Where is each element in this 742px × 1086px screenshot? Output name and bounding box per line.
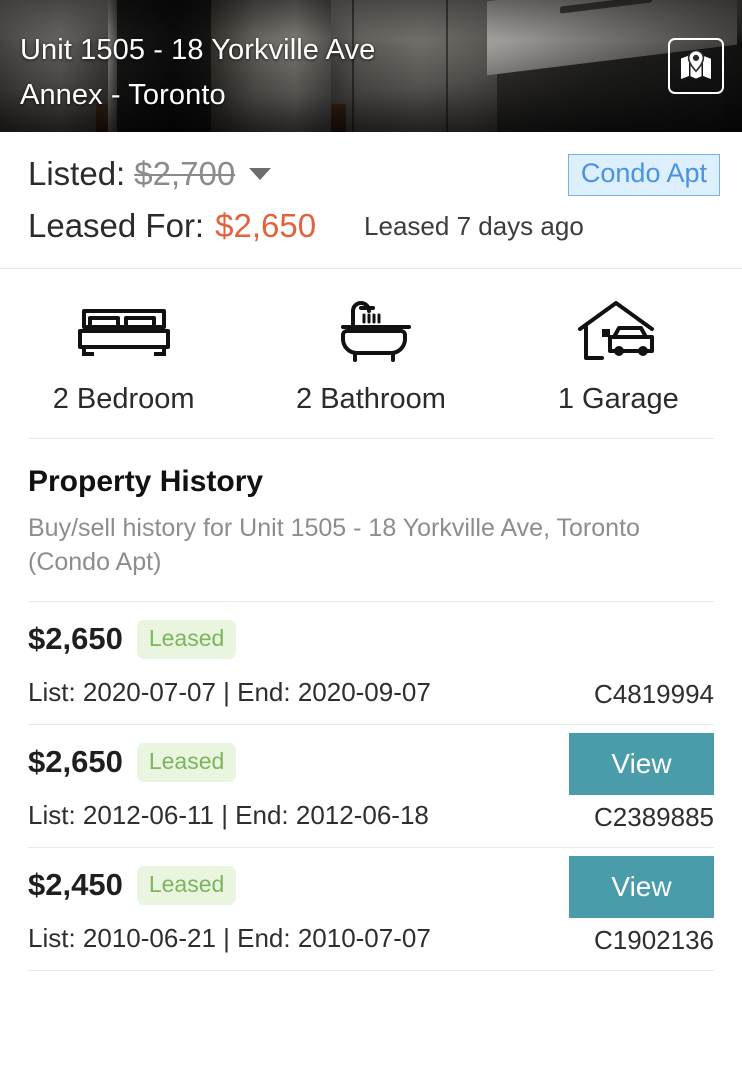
history-price: $2,450	[28, 867, 123, 902]
history-mls: C4819994	[594, 679, 714, 709]
stat-bedroom: 2 Bedroom	[0, 297, 247, 416]
stat-bedroom-label: 2 Bedroom	[52, 383, 195, 415]
property-stats: 2 Bedroom 2 Bathroom 1 Garage	[0, 269, 742, 438]
leased-label: Leased For:	[28, 207, 205, 244]
bed-icon	[76, 297, 172, 365]
price-section: Listed: $2,700 Leased For: $2,650 Leased…	[0, 132, 742, 268]
status-badge: Leased	[136, 865, 237, 905]
history-price: $2,650	[28, 744, 123, 779]
listed-price: $2,700	[134, 155, 236, 192]
property-detail-page: Unit 1505 - 18 Yorkville Ave Annex - Tor…	[0, 0, 742, 1086]
hero-header: Unit 1505 - 18 Yorkville Ave Annex - Tor…	[0, 0, 742, 132]
leased-price-row: Leased For: $2,650 Leased 7 days ago	[28, 200, 714, 252]
stat-garage-label: 1 Garage	[557, 383, 679, 415]
map-button[interactable]	[668, 38, 724, 94]
stat-bathroom: 2 Bathroom	[247, 297, 494, 416]
history-row-divider	[28, 970, 714, 971]
history-list: $2,650 Leased List: 2020-07-07 | End: 20…	[28, 601, 714, 971]
history-dates: List: 2020-07-07 | End: 2020-09-07	[28, 676, 431, 707]
page-title: Unit 1505 - 18 Yorkville Ave Annex - Tor…	[20, 28, 375, 118]
bathtub-shower-icon	[323, 297, 419, 365]
stat-bathroom-label: 2 Bathroom	[296, 383, 446, 415]
leased-price: $2,650	[215, 207, 317, 244]
status-badge: Leased	[136, 619, 237, 659]
house-car-garage-icon	[570, 297, 666, 365]
hero-title-line-2: Annex - Toronto	[20, 79, 226, 111]
history-row: $2,650 Leased List: 2012-06-11 | End: 20…	[28, 725, 714, 847]
chevron-down-icon[interactable]	[249, 168, 272, 180]
leased-ago-text: Leased 7 days ago	[364, 210, 584, 241]
history-row: $2,450 Leased List: 2010-06-21 | End: 20…	[28, 848, 714, 970]
listed-label: Listed:	[28, 155, 126, 192]
property-history-title: Property History	[28, 465, 264, 498]
history-mls: C1902136	[594, 925, 714, 955]
history-row: $2,650 Leased List: 2020-07-07 | End: 20…	[28, 602, 714, 724]
history-dates: List: 2010-06-21 | End: 2010-07-07	[28, 922, 431, 953]
view-button[interactable]: View	[569, 733, 714, 795]
property-type-badge[interactable]: Condo Apt	[567, 154, 720, 196]
history-price: $2,650	[28, 621, 123, 656]
status-badge: Leased	[136, 742, 237, 782]
hero-title-line-1: Unit 1505 - 18 Yorkville Ave	[20, 34, 376, 66]
property-history-section: Property History Buy/sell history for Un…	[0, 439, 742, 971]
history-mls: C2389885	[594, 802, 714, 832]
map-pin-icon	[681, 49, 711, 79]
view-button[interactable]: View	[569, 856, 714, 918]
property-history-subtitle: Buy/sell history for Unit 1505 - 18 York…	[28, 514, 640, 576]
stat-garage: 1 Garage	[495, 297, 742, 416]
history-dates: List: 2012-06-11 | End: 2012-06-18	[28, 799, 429, 830]
